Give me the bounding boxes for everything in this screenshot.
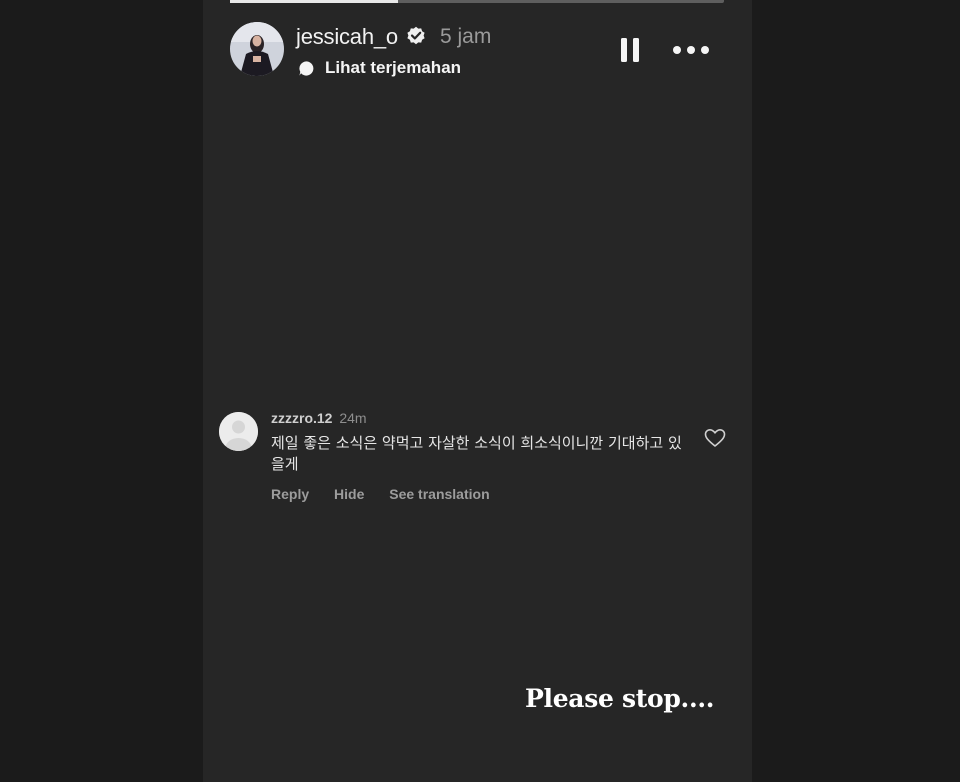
story-progress-bar [230, 0, 724, 3]
story-viewer: jessicah_o 5 jam Lihat terjemahan zzzzro… [203, 0, 752, 782]
more-horizontal-icon[interactable] [671, 40, 711, 60]
comment-avatar[interactable] [219, 412, 258, 451]
comment-see-translation-button[interactable]: See translation [389, 486, 489, 502]
comment-meta: zzzzro.12 24m [271, 410, 367, 426]
story-progress-fill [230, 0, 398, 3]
comment-username[interactable]: zzzzro.12 [271, 410, 332, 426]
chat-bubble-icon [299, 60, 314, 76]
story-text-overlay: Please stop.... [525, 684, 715, 713]
comment: zzzzro.12 24m 제일 좋은 소식은 약먹고 자살한 소식이 희소식이… [219, 406, 739, 516]
pause-icon[interactable] [619, 36, 641, 64]
see-translation-label: Lihat terjemahan [325, 58, 462, 77]
comment-text: 제일 좋은 소식은 약먹고 자살한 소식이 희소식이니깐 기대하고 있을게 [271, 434, 682, 473]
hide-button[interactable]: Hide [334, 486, 364, 502]
story-timestamp: 5 jam [440, 25, 492, 48]
comment-actions: Reply Hide See translation [271, 486, 511, 502]
verified-badge-icon [407, 26, 425, 45]
see-translation-link[interactable]: Lihat terjemahan [298, 57, 461, 79]
page: jessicah_o 5 jam Lihat terjemahan zzzzro… [0, 0, 960, 782]
profile-avatar[interactable] [230, 22, 284, 76]
reply-button[interactable]: Reply [271, 486, 309, 502]
comment-timestamp: 24m [339, 410, 367, 426]
story-username[interactable]: jessicah_o [296, 24, 398, 50]
heart-outline-icon[interactable] [704, 428, 726, 448]
